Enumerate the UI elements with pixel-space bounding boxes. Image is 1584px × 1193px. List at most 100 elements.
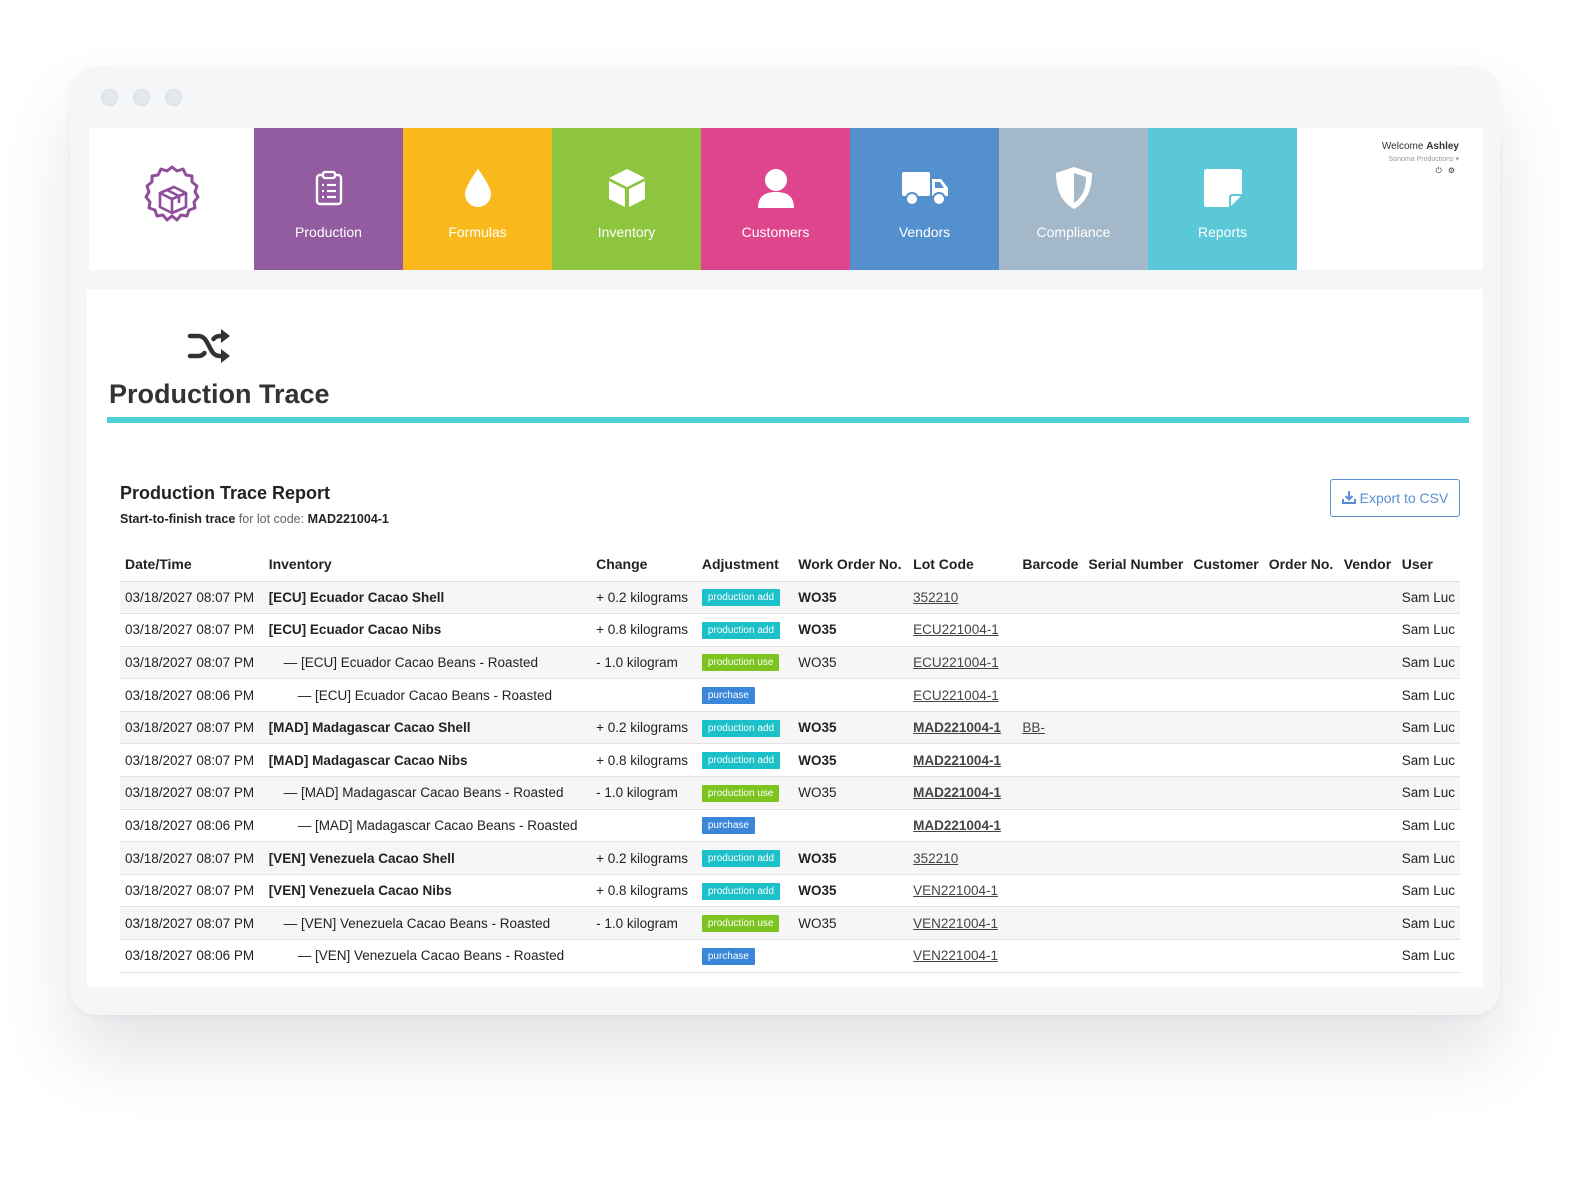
lot-code-link[interactable]: MAD221004-1: [913, 818, 1001, 833]
cell-barcode: BB-: [1017, 711, 1084, 745]
cell-vendor: [1338, 841, 1397, 875]
window-dot-maximize[interactable]: [165, 89, 182, 106]
cell-vendor: [1338, 906, 1397, 941]
barcode-link[interactable]: BB-: [1022, 720, 1045, 735]
cell-lot-code: 352210: [908, 581, 1018, 615]
col-header-change[interactable]: Change: [591, 547, 697, 582]
cell-order-no: [1263, 613, 1339, 647]
lot-code-link[interactable]: 352210: [913, 590, 958, 605]
cell-work-order: WO35: [793, 841, 909, 875]
col-header-barcode[interactable]: Barcode: [1017, 547, 1084, 582]
col-header-work-order[interactable]: Work Order No.: [793, 547, 909, 582]
cell-vendor: [1338, 809, 1397, 843]
cell-work-order: WO35: [793, 711, 909, 745]
user-actions: ⏻⚙: [1436, 166, 1462, 176]
adjustment-badge: production add: [701, 621, 781, 639]
nav-tile-customers[interactable]: Customers: [701, 128, 850, 270]
shield-icon: [1055, 166, 1093, 210]
lot-code-link[interactable]: ECU221004-1: [913, 655, 999, 670]
cell-inventory: [VEN] Venezuela Cacao Nibs: [263, 874, 592, 908]
cell-vendor: [1338, 646, 1397, 680]
cell-work-order: WO35: [793, 776, 909, 810]
cell-barcode: [1017, 581, 1084, 615]
lot-code-link[interactable]: MAD221004-1: [913, 753, 1001, 768]
nav-tile-compliance[interactable]: Compliance: [999, 128, 1148, 270]
lot-code-link[interactable]: VEN221004-1: [913, 883, 998, 898]
cell-adjustment: production add: [696, 613, 794, 647]
col-header-datetime[interactable]: Date/Time: [120, 547, 264, 582]
inventory-name: — [VEN] Venezuela Cacao Beans - Roasted: [283, 915, 551, 931]
cell-lot-code: ECU221004-1: [908, 613, 1018, 647]
nav-tile-formulas[interactable]: Formulas: [403, 128, 552, 270]
window-dot-close[interactable]: [101, 89, 118, 106]
cell-serial-number: [1083, 581, 1189, 615]
lot-code-link[interactable]: ECU221004-1: [913, 622, 999, 637]
cell-order-no: [1263, 646, 1339, 680]
col-header-serial-number[interactable]: Serial Number: [1083, 547, 1189, 582]
cell-user: Sam Luc: [1396, 874, 1460, 908]
cell-lot-code: MAD221004-1: [908, 776, 1018, 810]
lot-code-link[interactable]: ECU221004-1: [913, 688, 999, 703]
cell-datetime: 03/18/2027 08:07 PM: [120, 906, 264, 941]
cell-lot-code: VEN221004-1: [908, 874, 1018, 908]
cell-user: Sam Luc: [1396, 678, 1460, 712]
cell-user: Sam Luc: [1396, 906, 1460, 941]
app-logo[interactable]: [89, 128, 254, 270]
lot-code-link[interactable]: VEN221004-1: [913, 916, 998, 931]
cell-user: Sam Luc: [1396, 939, 1460, 973]
nav-tile-inventory[interactable]: Inventory: [552, 128, 701, 270]
gear-icon[interactable]: ⚙: [1448, 166, 1461, 175]
cell-order-no: [1263, 743, 1339, 778]
adjustment-badge: production add: [701, 752, 781, 770]
window-dot-minimize[interactable]: [133, 89, 150, 106]
cell-change: [591, 678, 697, 712]
col-header-adjustment[interactable]: Adjustment: [696, 547, 794, 582]
cell-inventory: — [MAD] Madagascar Cacao Beans - Roasted: [263, 776, 592, 810]
nav-tile-label: Production: [295, 224, 362, 240]
inventory-name: [VEN] Venezuela Cacao Nibs: [268, 883, 452, 899]
col-header-order-no[interactable]: Order No.: [1263, 547, 1339, 582]
adjustment-badge: production add: [701, 589, 781, 607]
export-csv-button[interactable]: Export to CSV: [1330, 479, 1460, 517]
trace-table-body: 03/18/2027 08:07 PM [ECU] Ecuador Cacao S…: [120, 581, 1460, 973]
table-row: 03/18/2027 08:07 PM [ECU] Ecuador Cacao S…: [120, 581, 1460, 615]
company-switcher[interactable]: Sonoma Productions ▾: [1389, 155, 1459, 163]
cell-adjustment: production add: [696, 874, 794, 908]
cell-lot-code: VEN221004-1: [908, 906, 1018, 941]
col-header-vendor[interactable]: Vendor: [1338, 547, 1397, 582]
cell-datetime: 03/18/2027 08:07 PM: [120, 776, 264, 810]
cell-adjustment: production use: [696, 776, 794, 810]
cell-change: + 0.8 kilograms: [591, 743, 697, 778]
col-header-user[interactable]: User: [1396, 547, 1460, 582]
lot-code-link[interactable]: 352210: [913, 851, 958, 866]
cell-serial-number: [1083, 874, 1189, 908]
cell-adjustment: purchase: [696, 939, 794, 973]
cell-serial-number: [1083, 711, 1189, 745]
cell-serial-number: [1083, 841, 1189, 875]
nav-tile-vendors[interactable]: Vendors: [850, 128, 999, 270]
col-header-lot-code[interactable]: Lot Code: [908, 547, 1018, 582]
cell-inventory: — [VEN] Venezuela Cacao Beans - Roasted: [263, 906, 592, 941]
cell-lot-code: MAD221004-1: [908, 743, 1018, 778]
cell-serial-number: [1083, 809, 1189, 843]
user-menu[interactable]: Welcome Ashley Sonoma Productions ▾ ⏻⚙: [1297, 128, 1483, 270]
lot-code-link[interactable]: VEN221004-1: [913, 948, 998, 963]
nav-tile-reports[interactable]: Reports: [1148, 128, 1297, 270]
lot-code-link[interactable]: MAD221004-1: [913, 785, 1001, 800]
cell-change: + 0.8 kilograms: [591, 874, 697, 908]
lot-code-link[interactable]: MAD221004-1: [913, 720, 1001, 735]
inventory-name: — [ECU] Ecuador Cacao Beans - Roasted: [297, 687, 553, 703]
power-icon[interactable]: ⏻: [1436, 166, 1448, 175]
col-header-customer[interactable]: Customer: [1188, 547, 1264, 582]
cell-serial-number: [1083, 743, 1189, 778]
cell-user: Sam Luc: [1396, 743, 1460, 778]
cell-vendor: [1338, 613, 1397, 647]
inventory-name: [ECU] Ecuador Cacao Nibs: [268, 622, 442, 638]
app-window: Production Formulas Inventory Customers …: [70, 67, 1500, 1015]
table-row: 03/18/2027 08:07 PM [VEN] Venezuela Cacao…: [120, 841, 1460, 875]
cell-change: + 0.8 kilograms: [591, 613, 697, 647]
cell-vendor: [1338, 776, 1397, 810]
nav-tile-production[interactable]: Production: [254, 128, 403, 270]
cell-customer: [1188, 678, 1264, 712]
col-header-inventory[interactable]: Inventory: [263, 547, 592, 582]
